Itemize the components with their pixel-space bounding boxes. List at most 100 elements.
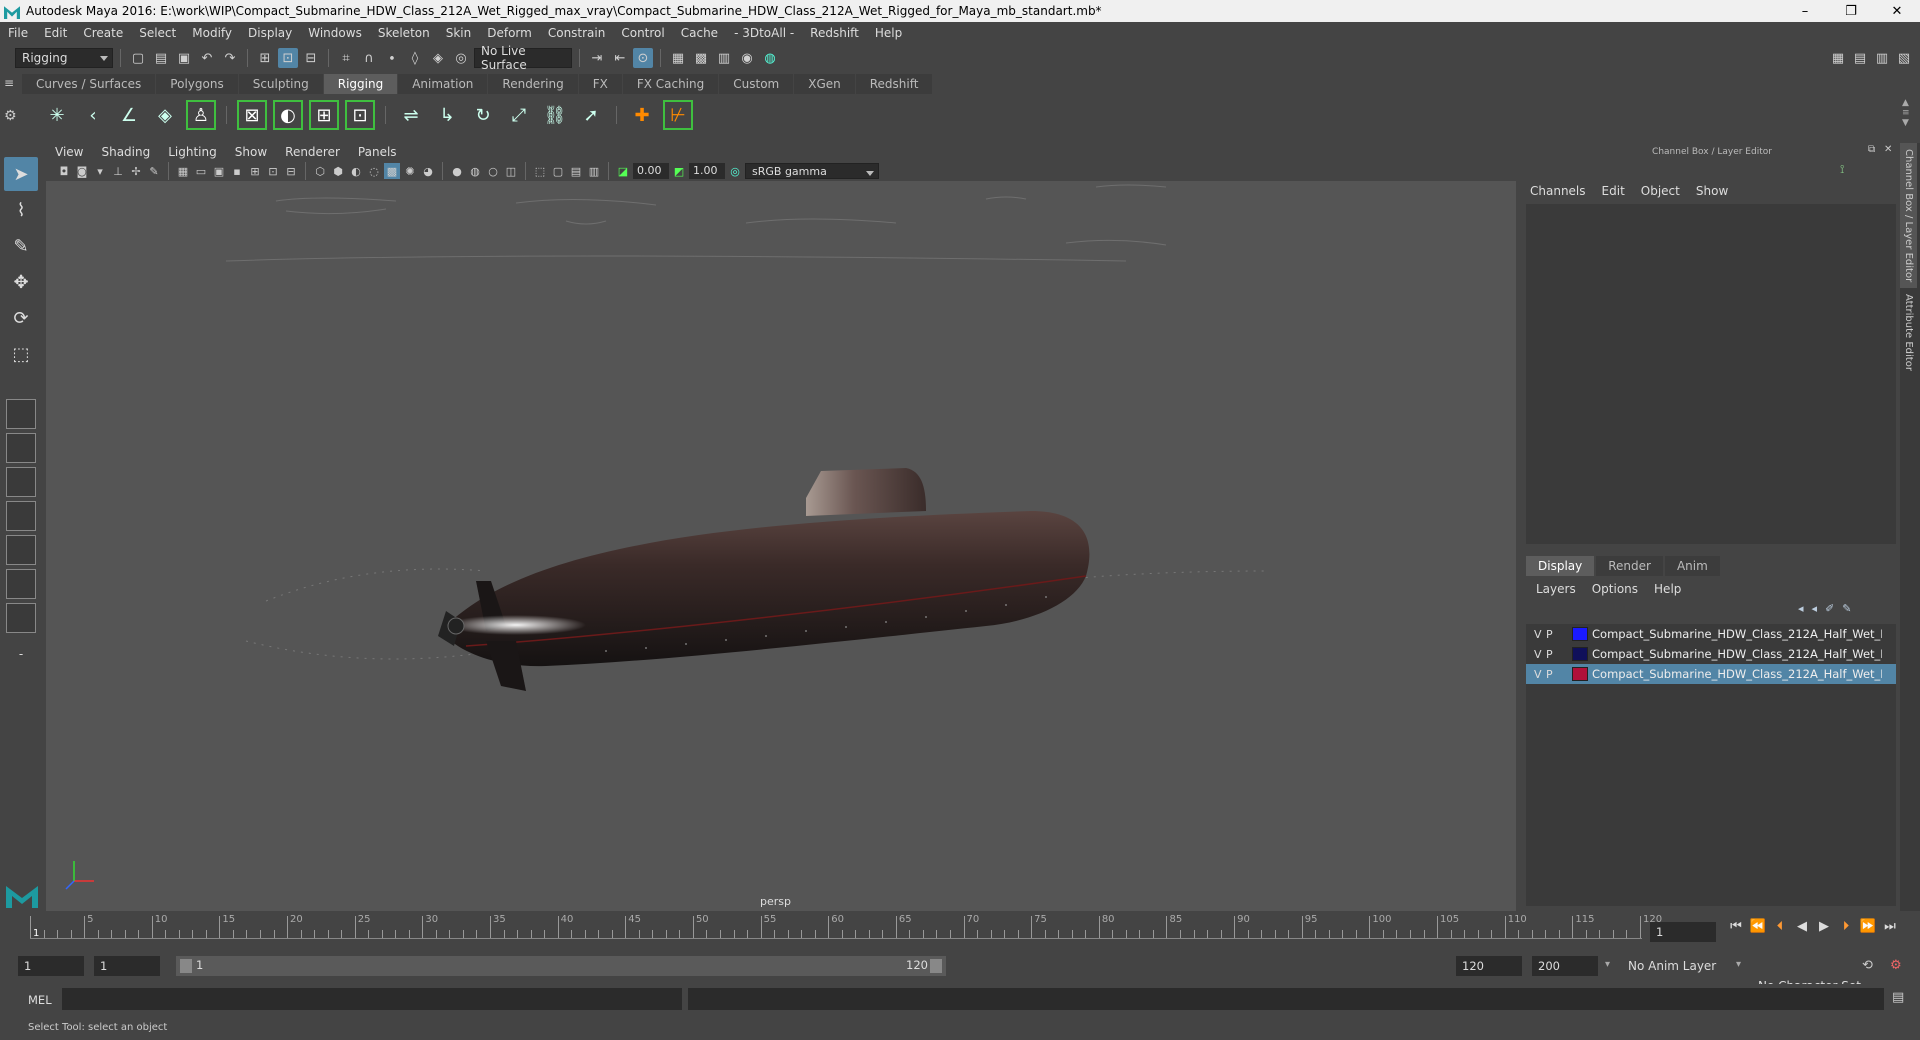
paint-weights-icon[interactable]: ◐ — [273, 100, 303, 130]
ik-handle-icon[interactable]: ∠ — [114, 100, 144, 130]
maya-home-icon[interactable] — [4, 880, 40, 910]
grid-toggle-icon[interactable]: ▦ — [175, 163, 191, 179]
script-editor-icon[interactable]: ▤ — [1892, 990, 1904, 1005]
menu-create[interactable]: Create — [75, 26, 131, 40]
layer-menu-help[interactable]: Help — [1654, 582, 1681, 596]
channel-box-menu-show[interactable]: Show — [1696, 184, 1728, 198]
menu-cache[interactable]: Cache — [673, 26, 726, 40]
channel-box-menu-channels[interactable]: Channels — [1530, 184, 1586, 198]
field-chart-icon[interactable]: ⊞ — [247, 163, 263, 179]
redo-icon[interactable]: ↷ — [220, 48, 240, 68]
menu-3dtoall[interactable]: - 3DtoAll - — [726, 26, 802, 40]
bind-skin-icon[interactable]: ⊠ — [237, 100, 267, 130]
wireframe-on-shaded-icon[interactable]: ◐ — [348, 163, 364, 179]
side-tab-attribute-editor[interactable]: Attribute Editor — [1900, 288, 1917, 377]
menu-modify[interactable]: Modify — [184, 26, 240, 40]
tab-rendering[interactable]: Rendering — [488, 74, 578, 94]
anim-end-field[interactable]: 120 — [1456, 956, 1522, 976]
go-to-start-icon[interactable]: ⏮ — [1728, 918, 1744, 934]
bookmark-icon[interactable]: ▾ — [92, 163, 108, 179]
move-layer-up-icon[interactable]: ◂ — [1798, 602, 1804, 615]
tab-polygons[interactable]: Polygons — [156, 74, 238, 94]
menu-skin[interactable]: Skin — [438, 26, 480, 40]
float-panel-icon[interactable]: ⧉ — [1868, 144, 1875, 155]
channel-box-toggle-icon[interactable]: ▧ — [1894, 48, 1914, 68]
step-back-key-icon[interactable]: ⏪ — [1750, 918, 1766, 934]
exposure-field[interactable]: 0.00 — [633, 163, 669, 179]
menu-select[interactable]: Select — [131, 26, 184, 40]
construction-history-icon[interactable]: ⊙ — [633, 48, 653, 68]
scale-tool-icon[interactable]: ⬚ — [4, 337, 38, 371]
tab-xgen[interactable]: XGen — [794, 74, 855, 94]
current-frame-field[interactable]: 1 — [1650, 922, 1716, 942]
ik-spline-icon[interactable]: ◈ — [150, 100, 180, 130]
tab-fx-caching[interactable]: FX Caching — [622, 74, 719, 94]
insert-joint-icon[interactable]: ‹ — [78, 100, 108, 130]
layout-more-icon[interactable]: - — [4, 637, 38, 671]
resolution-gate-icon[interactable]: ▣ — [211, 163, 227, 179]
point-constraint-icon[interactable]: ↳ — [432, 100, 462, 130]
attribute-editor-toggle-icon[interactable]: ▥ — [1872, 48, 1892, 68]
lasso-tool-icon[interactable]: ⌇ — [4, 193, 38, 227]
menuset-dropdown[interactable]: Rigging — [15, 48, 113, 68]
new-layer-icon[interactable]: ✐ — [1825, 602, 1834, 615]
camera-select-icon[interactable]: ◘ — [56, 163, 72, 179]
isolate-select-icon[interactable]: ⬚ — [532, 163, 548, 179]
tab-anim[interactable]: Anim — [1664, 556, 1720, 576]
ipr-render-icon[interactable]: ▩ — [691, 48, 711, 68]
cluster-icon[interactable]: ⊡ — [345, 100, 375, 130]
move-layer-down-icon[interactable]: ◂ — [1812, 602, 1818, 615]
snap-point-icon[interactable]: ∙ — [382, 48, 402, 68]
layout-graph-icon[interactable] — [6, 535, 36, 565]
move-tool-icon[interactable]: ✥ — [4, 265, 38, 299]
layer-visibility[interactable]: V — [1534, 668, 1546, 681]
close-button[interactable]: ✕ — [1874, 0, 1920, 22]
safe-title-icon[interactable]: ⊟ — [283, 163, 299, 179]
menu-control[interactable]: Control — [613, 26, 672, 40]
minimize-button[interactable]: – — [1782, 0, 1828, 22]
gate-mask-icon[interactable]: ▪ — [229, 163, 245, 179]
snap-grid-icon[interactable]: ⌗ — [336, 48, 356, 68]
tab-custom[interactable]: Custom — [719, 74, 794, 94]
menu-display[interactable]: Display — [240, 26, 300, 40]
textured-icon[interactable]: ▩ — [384, 163, 400, 179]
layer-menu-layers[interactable]: Layers — [1536, 582, 1576, 596]
layer-playback[interactable]: P — [1546, 668, 1558, 681]
xray-components-icon[interactable]: ▥ — [586, 163, 602, 179]
step-forward-key-icon[interactable]: ⏩ — [1860, 918, 1876, 934]
save-scene-icon[interactable]: ▣ — [174, 48, 194, 68]
input-ops-icon[interactable]: ⇥ — [587, 48, 607, 68]
shelf-menu-icon[interactable]: ≡ — [4, 76, 18, 92]
render-settings-icon[interactable]: ▥ — [714, 48, 734, 68]
hypershade-icon[interactable]: ◉ — [737, 48, 757, 68]
shelf-options-icon[interactable]: ⚙ — [4, 108, 17, 124]
channel-box-menu-object[interactable]: Object — [1641, 184, 1680, 198]
menu-windows[interactable]: Windows — [300, 26, 370, 40]
maximize-button[interactable]: ❐ — [1828, 0, 1874, 22]
color-management-icon[interactable]: ◎ — [727, 163, 743, 179]
shadows-icon[interactable]: ◕ — [420, 163, 436, 179]
make-live-icon[interactable]: ◎ — [451, 48, 471, 68]
use-all-lights-icon[interactable]: ✺ — [402, 163, 418, 179]
layout-four-icon[interactable] — [6, 433, 36, 463]
wireframe-icon[interactable]: ⬡ — [312, 163, 328, 179]
humanik-icon[interactable]: ♙ — [186, 100, 216, 130]
menu-edit[interactable]: Edit — [36, 26, 75, 40]
range-end-handle[interactable] — [930, 959, 942, 973]
tab-display[interactable]: Display — [1526, 556, 1595, 576]
new-layer-selected-icon[interactable]: ✎ — [1842, 602, 1851, 615]
layer-visibility[interactable]: V — [1534, 648, 1546, 661]
layer-menu-options[interactable]: Options — [1592, 582, 1638, 596]
step-forward-frame-icon[interactable]: ⏵ — [1838, 918, 1854, 934]
viewport-menu-lighting[interactable]: Lighting — [159, 145, 226, 159]
undo-icon[interactable]: ↶ — [197, 48, 217, 68]
menu-skeleton[interactable]: Skeleton — [370, 26, 438, 40]
layout-persp-outliner-icon[interactable] — [6, 501, 36, 531]
preferences-icon[interactable]: ⚙ — [1890, 958, 1902, 973]
layout-side-icon[interactable] — [6, 467, 36, 497]
anti-aliasing-icon[interactable]: ○ — [485, 163, 501, 179]
command-language-label[interactable]: MEL — [28, 993, 52, 1007]
gamma-field[interactable]: 1.00 — [689, 163, 725, 179]
live-surface-field[interactable]: No Live Surface — [474, 44, 572, 72]
depth-of-field-icon[interactable]: ◫ — [503, 163, 519, 179]
